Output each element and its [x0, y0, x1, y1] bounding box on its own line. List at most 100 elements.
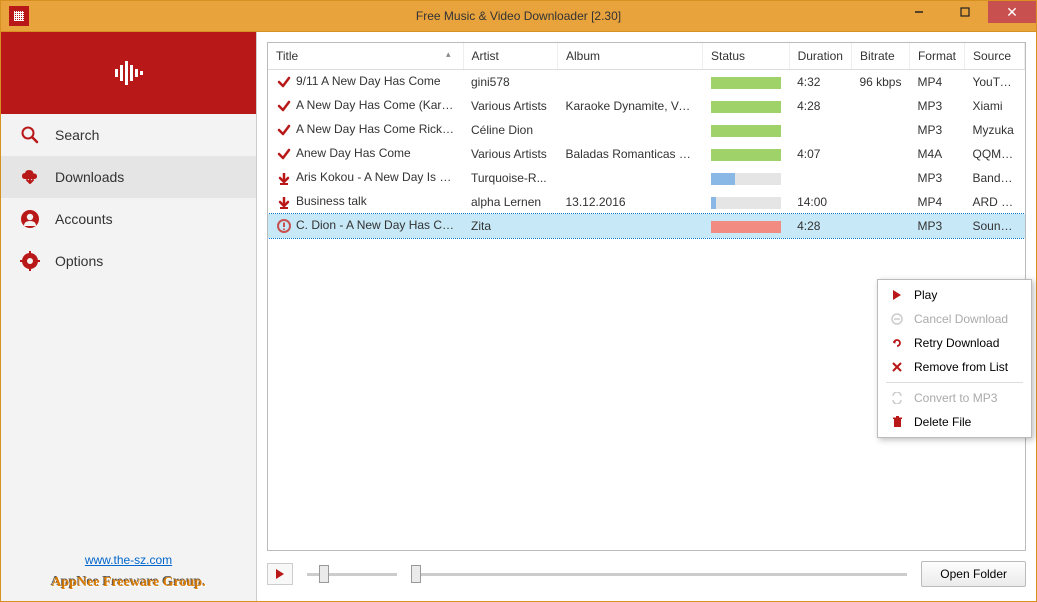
website-link[interactable]: www.the-sz.com	[1, 549, 256, 571]
window-title: Free Music & Video Downloader [2.30]	[416, 9, 621, 23]
table-row[interactable]: Anew Day Has ComeVarious ArtistsBaladas …	[268, 142, 1025, 166]
sidebar-label: Accounts	[55, 211, 113, 227]
col-bitrate[interactable]: Bitrate	[851, 43, 909, 70]
cell-format: MP3	[909, 94, 964, 118]
maximize-button[interactable]	[942, 1, 988, 23]
cell-artist: alpha Lernen	[463, 190, 558, 214]
play-icon	[890, 288, 904, 302]
check-icon	[276, 146, 292, 162]
table-row[interactable]: Business talkalpha Lernen13.12.201614:00…	[268, 190, 1025, 214]
ctx-delete-file[interactable]: Delete File	[878, 410, 1031, 434]
cell-title: Aris Kokou - A New Day Is C...	[296, 170, 458, 184]
table-row[interactable]: Aris Kokou - A New Day Is C... Turquoise-…	[268, 166, 1025, 190]
cell-bitrate: 96 kbps	[851, 70, 909, 95]
sidebar-item-downloads[interactable]: Downloads	[1, 156, 256, 198]
check-icon	[276, 98, 292, 114]
cell-bitrate	[851, 142, 909, 166]
ctx-convert-mp3: Convert to MP3	[878, 386, 1031, 410]
cell-duration	[789, 166, 851, 190]
col-duration[interactable]: Duration	[789, 43, 851, 70]
app-icon	[9, 6, 29, 26]
cell-status	[703, 94, 790, 118]
cell-artist: Zita	[463, 214, 558, 238]
cell-artist: Turquoise-R...	[463, 166, 558, 190]
cell-artist: Céline Dion	[463, 118, 558, 142]
close-button[interactable]: ✕	[988, 1, 1036, 23]
table-row[interactable]: A New Day Has Come Rick ...Céline DionMP…	[268, 118, 1025, 142]
play-button[interactable]	[267, 563, 293, 585]
cell-bitrate	[851, 166, 909, 190]
user-icon	[19, 208, 41, 230]
col-album[interactable]: Album	[558, 43, 703, 70]
convert-icon	[890, 391, 904, 405]
col-title[interactable]: Title▴	[268, 43, 463, 70]
cell-album	[558, 118, 703, 142]
ctx-play[interactable]: Play	[878, 283, 1031, 307]
brand-label: AppNee Freeware Group.	[1, 571, 256, 601]
cell-album: Baladas Romanticas - In...	[558, 142, 703, 166]
cell-status	[703, 214, 790, 238]
remove-icon	[890, 360, 904, 374]
cell-status	[703, 118, 790, 142]
open-folder-button[interactable]: Open Folder	[921, 561, 1026, 587]
cell-album	[558, 166, 703, 190]
cell-status	[703, 70, 790, 95]
cell-duration: 4:28	[789, 214, 851, 238]
cell-format: M4A	[909, 142, 964, 166]
col-status[interactable]: Status	[703, 43, 790, 70]
content-area: Search Downloads Accounts Options www.th…	[1, 31, 1036, 601]
ctx-remove-from-list[interactable]: Remove from List	[878, 355, 1031, 379]
cloud-download-icon	[19, 166, 41, 188]
sidebar-item-accounts[interactable]: Accounts	[1, 198, 256, 240]
cell-title: Anew Day Has Come	[296, 146, 411, 160]
search-icon	[19, 124, 41, 146]
context-menu: Play Cancel Download Retry Download Remo…	[877, 279, 1032, 438]
cancel-icon	[890, 312, 904, 326]
table-header-row: Title▴ Artist Album Status Duration Bitr…	[268, 43, 1025, 70]
cell-source: ARD M...	[964, 190, 1024, 214]
col-format[interactable]: Format	[909, 43, 964, 70]
col-source[interactable]: Source	[964, 43, 1024, 70]
separator	[886, 382, 1023, 383]
table-row[interactable]: 9/11 A New Day Has Comegini5784:3296 kbp…	[268, 70, 1025, 95]
cell-title: 9/11 A New Day Has Come	[296, 74, 441, 88]
minimize-button[interactable]	[896, 1, 942, 23]
cell-status	[703, 166, 790, 190]
trash-icon	[890, 415, 904, 429]
player-bar: Open Folder	[267, 551, 1026, 591]
cell-status	[703, 142, 790, 166]
cell-bitrate	[851, 190, 909, 214]
ctx-cancel-download: Cancel Download	[878, 307, 1031, 331]
check-icon	[276, 74, 292, 90]
progress-slider[interactable]	[411, 564, 907, 584]
download-icon	[276, 194, 292, 210]
cell-duration: 4:28	[789, 94, 851, 118]
cell-source: YouTube	[964, 70, 1024, 95]
download-icon	[276, 170, 292, 186]
table-row[interactable]: C. Dion - A New Day Has Co... Zita 4:28 MP3…	[268, 214, 1025, 238]
cell-format: MP3	[909, 118, 964, 142]
cell-bitrate	[851, 94, 909, 118]
cell-album	[558, 214, 703, 238]
volume-slider[interactable]	[307, 564, 397, 584]
cell-title: Business talk	[296, 194, 367, 208]
table-row[interactable]: A New Day Has Come (Karao...Various Arti…	[268, 94, 1025, 118]
cell-status	[703, 190, 790, 214]
cell-format: MP3	[909, 214, 964, 238]
ctx-retry-download[interactable]: Retry Download	[878, 331, 1031, 355]
cell-duration: 4:07	[789, 142, 851, 166]
title-bar[interactable]: Free Music & Video Downloader [2.30] ✕	[1, 1, 1036, 31]
sidebar-item-search[interactable]: Search	[1, 114, 256, 156]
sidebar-item-options[interactable]: Options	[1, 240, 256, 282]
cell-title: C. Dion - A New Day Has Co...	[296, 218, 459, 232]
cell-source: BandC...	[964, 166, 1024, 190]
app-window: Free Music & Video Downloader [2.30] ✕ S…	[0, 0, 1037, 602]
sidebar-label: Options	[55, 253, 103, 269]
col-artist[interactable]: Artist	[463, 43, 558, 70]
error-icon	[276, 218, 292, 234]
retry-icon	[890, 336, 904, 350]
sidebar-label: Downloads	[55, 169, 124, 185]
sidebar-label: Search	[55, 127, 99, 143]
cell-duration: 14:00	[789, 190, 851, 214]
cell-source: Sound...	[964, 214, 1024, 238]
